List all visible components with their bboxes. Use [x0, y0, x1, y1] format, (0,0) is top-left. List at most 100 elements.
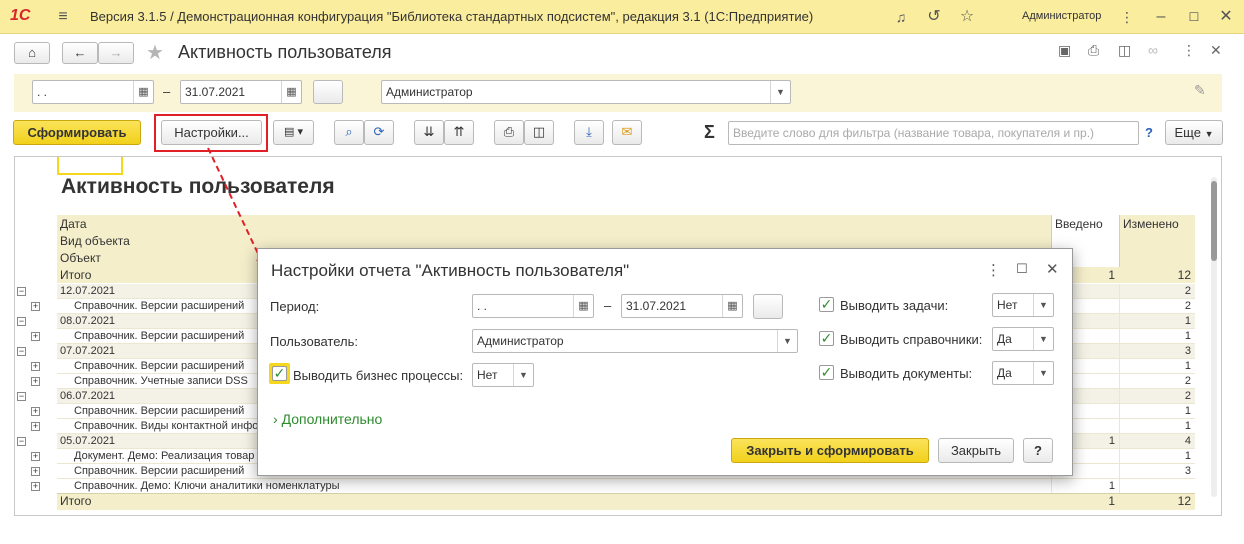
docs-value: Да	[997, 366, 1012, 380]
chevron-down-icon[interactable]: ▼	[777, 330, 797, 352]
expand-icon[interactable]: +	[31, 452, 40, 461]
maximize-icon[interactable]: ☐	[1183, 6, 1205, 28]
calendar-icon[interactable]: ▦	[133, 81, 153, 103]
column-entered: Введено	[1055, 217, 1103, 231]
current-user[interactable]: Администратор	[1022, 10, 1101, 22]
report-title: Активность пользователя	[61, 175, 335, 198]
expand-icon[interactable]: +	[31, 302, 40, 311]
sum-icon[interactable]: Σ	[704, 122, 715, 143]
history-icon[interactable]: ↺	[923, 6, 945, 28]
search-button[interactable]: ⌕	[334, 120, 364, 145]
bp-checkbox[interactable]: ✓	[272, 366, 287, 381]
favorite-star-icon[interactable]: ★	[146, 40, 164, 65]
dialog-period-from-field[interactable]: . . ▦	[472, 294, 594, 318]
dialog-user-field[interactable]: Администратор ▼	[472, 329, 798, 353]
expand-icon[interactable]: +	[31, 332, 40, 341]
expand-icon[interactable]: +	[31, 467, 40, 476]
back-button[interactable]: ←	[62, 42, 98, 64]
download-button[interactable]: ⤓	[574, 120, 604, 145]
report-footer-band	[57, 493, 1195, 510]
expand-icon[interactable]: +	[31, 407, 40, 416]
docs-select[interactable]: Да ▼	[992, 361, 1054, 385]
calendar-icon[interactable]: ▦	[722, 295, 742, 317]
dialog-help-button[interactable]: ?	[1023, 438, 1053, 463]
expand-icon[interactable]: +	[31, 377, 40, 386]
save-icon[interactable]: ▣	[1058, 42, 1071, 59]
calendar-icon[interactable]: ▦	[281, 81, 301, 103]
period-to-field[interactable]: 31.07.2021 ▦	[180, 80, 302, 104]
user-field[interactable]: Администратор ▼	[381, 80, 791, 104]
dialog-maximize-icon[interactable]: ☐	[1016, 261, 1028, 277]
form-menu-icon[interactable]: ⋮	[1182, 42, 1196, 59]
header-dimension-date: Дата	[60, 217, 87, 231]
tasks-checkbox[interactable]: ✓	[819, 297, 834, 312]
more-settings-link[interactable]: › Дополнительно	[273, 411, 382, 427]
chevron-down-icon[interactable]: ▼	[1033, 294, 1053, 316]
form-close-icon[interactable]: ✕	[1210, 42, 1222, 59]
row-changed: 1	[1119, 314, 1195, 329]
close-and-generate-button[interactable]: Закрыть и сформировать	[731, 438, 929, 463]
expand-icon[interactable]: +	[31, 422, 40, 431]
dialog-menu-icon[interactable]: ⋮	[986, 261, 1001, 279]
period-from-field[interactable]: . . ▦	[32, 80, 154, 104]
generate-button[interactable]: Сформировать	[13, 120, 141, 145]
email-button[interactable]: ✉	[612, 120, 642, 145]
expand-icon[interactable]: +	[31, 362, 40, 371]
print-icon[interactable]: ⎙	[1088, 42, 1099, 59]
form-title: Активность пользователя	[178, 42, 392, 62]
minimize-icon[interactable]: –	[1150, 6, 1172, 28]
catalogs-checkbox[interactable]: ✓	[819, 331, 834, 346]
more-button[interactable]: Еще ▼	[1165, 120, 1223, 145]
collapse-icon[interactable]: −	[17, 317, 26, 326]
chevron-down-icon[interactable]: ▼	[1033, 362, 1053, 384]
row-label: Справочник. Версии расширений	[74, 330, 245, 342]
close-icon[interactable]: ✕	[1215, 6, 1237, 28]
bell-icon[interactable]: ♫	[890, 6, 912, 28]
bp-select[interactable]: Нет ▼	[472, 363, 534, 387]
preview-button[interactable]: ◫	[524, 120, 554, 145]
dialog-period-select-button[interactable]	[753, 294, 783, 319]
vertical-scroll-thumb[interactable]	[1211, 181, 1217, 261]
dialog-period-to-field[interactable]: 31.07.2021 ▦	[621, 294, 743, 318]
catalogs-select[interactable]: Да ▼	[992, 327, 1054, 351]
forward-button[interactable]: →	[98, 42, 134, 64]
chevron-down-icon[interactable]: ▼	[513, 364, 533, 386]
find-next-button[interactable]: ⟳	[364, 120, 394, 145]
dialog-close-button[interactable]: Закрыть	[938, 438, 1014, 463]
collapse-icon[interactable]: −	[17, 392, 26, 401]
chevron-down-icon[interactable]: ▼	[770, 81, 790, 103]
collapse-icon[interactable]: −	[17, 347, 26, 356]
docs-checkbox[interactable]: ✓	[819, 365, 834, 380]
calendar-icon[interactable]: ▦	[573, 295, 593, 317]
tasks-select[interactable]: Нет ▼	[992, 293, 1054, 317]
link-icon[interactable]: ∞	[1148, 42, 1158, 58]
star-icon[interactable]: ☆	[956, 6, 978, 28]
preview-icon[interactable]: ◫	[1118, 42, 1131, 59]
print-button[interactable]: ⎙	[494, 120, 524, 145]
pin-icon[interactable]: ✎	[1194, 82, 1206, 99]
chevron-down-icon[interactable]: ▼	[1033, 328, 1053, 350]
period-select-button[interactable]	[313, 80, 343, 104]
vertical-scrollbar[interactable]	[1211, 177, 1217, 497]
collapse-icon[interactable]: −	[17, 287, 26, 296]
row-label: 06.07.2021	[60, 390, 116, 402]
collapse-groups-button[interactable]: ⇈	[444, 120, 474, 145]
help-icon[interactable]: ?	[1145, 125, 1153, 140]
row-label: Справочник. Демо: Ключи аналитики номенк…	[74, 480, 340, 492]
header-dimension-type: Вид объекта	[60, 234, 130, 248]
dialog-close-icon[interactable]: ✕	[1046, 260, 1059, 278]
settings-button[interactable]: Настройки...	[161, 120, 262, 145]
expand-icon[interactable]: +	[31, 482, 40, 491]
row-label: Справочник. Версии расширений	[74, 360, 245, 372]
home-button[interactable]: ⌂	[14, 42, 50, 64]
window-menu-icon[interactable]: ⋮	[1116, 6, 1138, 28]
expand-groups-button[interactable]: ⇊	[414, 120, 444, 145]
collapse-icon[interactable]: −	[17, 437, 26, 446]
catalogs-value: Да	[997, 332, 1012, 346]
settings-dialog[interactable]: Настройки отчета "Активность пользовател…	[257, 248, 1073, 476]
variant-button[interactable]: ▤ ▾	[273, 120, 314, 145]
filter-input[interactable]: Введите слово для фильтра (название това…	[728, 121, 1139, 145]
row-changed: 1	[1119, 329, 1195, 344]
menu-icon[interactable]: ≡	[52, 6, 74, 28]
more-settings-label: Дополнительно	[281, 411, 383, 427]
